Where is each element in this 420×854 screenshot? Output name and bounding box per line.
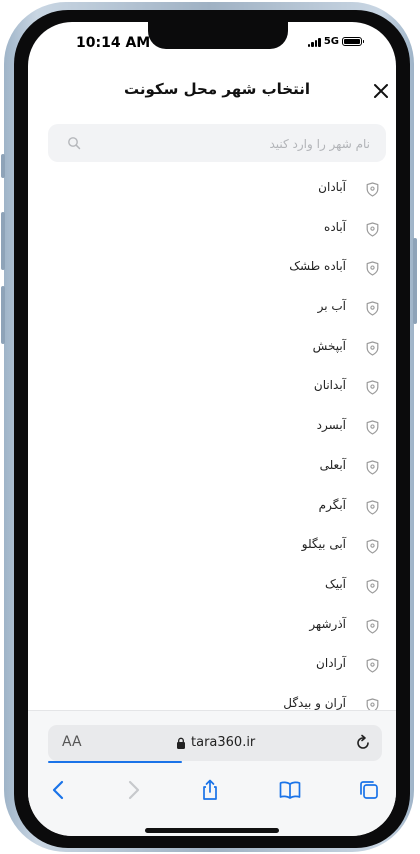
location-pin-icon [366, 182, 379, 197]
browser-chrome: AA tara360.ir [28, 710, 396, 836]
address-bar[interactable]: AA tara360.ir [48, 725, 382, 761]
tabs-icon[interactable] [358, 779, 380, 801]
url-display[interactable]: tara360.ir [176, 735, 255, 750]
search-box [48, 124, 386, 164]
back-icon[interactable] [48, 779, 70, 801]
city-item[interactable]: آبیک [28, 567, 396, 607]
network-type: 5G [323, 36, 339, 47]
location-pin-icon [366, 539, 379, 554]
location-pin-icon [366, 460, 379, 475]
city-item[interactable]: آبگرم [28, 488, 396, 528]
city-name: آرادان [316, 656, 346, 671]
status-icons: 5G [307, 36, 364, 47]
city-item[interactable]: آب بر [28, 289, 396, 329]
city-item[interactable]: آبعلی [28, 448, 396, 488]
city-item[interactable]: آبسرد [28, 408, 396, 448]
city-item[interactable]: آبپخش [28, 329, 396, 369]
location-pin-icon [366, 499, 379, 515]
share-icon[interactable] [199, 779, 221, 801]
location-pin-icon [366, 222, 379, 237]
phone-frame: 10:14 AM 5G انتخاب شهر محل سکونت آبادانآ… [1, 2, 417, 852]
notch [148, 22, 288, 49]
reload-icon[interactable] [354, 734, 372, 752]
search-input[interactable] [88, 124, 372, 164]
city-name: آبدانان [313, 378, 346, 393]
location-pin-icon [366, 261, 379, 276]
city-name: آذرشهر [309, 616, 346, 631]
city-list: آبادان آباده آباده طشک آب بر آبپخش آبدانان آبس… [28, 170, 396, 718]
page-load-progress [48, 761, 182, 763]
location-pin-icon [366, 420, 379, 435]
forward-icon[interactable] [122, 779, 144, 801]
screen: 10:14 AM 5G انتخاب شهر محل سکونت آبادانآ… [28, 22, 396, 836]
city-name: آبعلی [319, 457, 346, 472]
page-title: انتخاب شهر محل سکونت [124, 80, 310, 98]
location-pin-icon [366, 658, 379, 673]
city-item[interactable]: آبدانان [28, 368, 396, 408]
location-pin-icon [366, 301, 379, 316]
close-icon[interactable] [373, 83, 389, 99]
bookmarks-icon[interactable] [279, 779, 301, 801]
text-size-button[interactable]: AA [62, 734, 82, 750]
city-item[interactable]: آذرشهر [28, 607, 396, 647]
signal-icon [307, 37, 321, 47]
power-button [413, 238, 417, 324]
city-name: آبادان [318, 180, 346, 194]
action-button [1, 154, 5, 178]
search-icon [68, 137, 81, 150]
location-pin-icon [366, 380, 379, 396]
url-text: tara360.ir [191, 735, 256, 750]
city-item[interactable]: آبادان [28, 170, 396, 210]
modal-header: انتخاب شهر محل سکونت [28, 78, 396, 106]
status-time: 10:14 AM [76, 35, 151, 51]
location-pin-icon [366, 579, 379, 594]
city-name: آبگرم [318, 497, 346, 512]
location-pin-icon [366, 341, 379, 356]
city-name: آبسرد [316, 418, 346, 433]
city-item[interactable]: آبی بیگلو [28, 527, 396, 567]
lock-icon [177, 737, 185, 749]
city-item[interactable]: آرادان [28, 646, 396, 686]
volume-down-button [1, 286, 5, 344]
city-name: آباده [324, 219, 346, 234]
city-name: آبیک [324, 576, 346, 591]
city-name: آباده طشک [289, 259, 346, 274]
location-pin-icon [366, 618, 379, 634]
city-name: آبپخش [312, 338, 346, 353]
city-name: آبی بیگلو [301, 537, 346, 552]
home-indicator [145, 828, 279, 833]
city-item[interactable]: آباده طشک [28, 249, 396, 289]
city-name: آران و بیدگل [283, 695, 346, 710]
volume-up-button [1, 212, 5, 270]
city-item[interactable]: آباده [28, 210, 396, 250]
city-name: آب بر [317, 299, 346, 314]
battery-icon [342, 37, 364, 46]
browser-toolbar [28, 773, 396, 807]
